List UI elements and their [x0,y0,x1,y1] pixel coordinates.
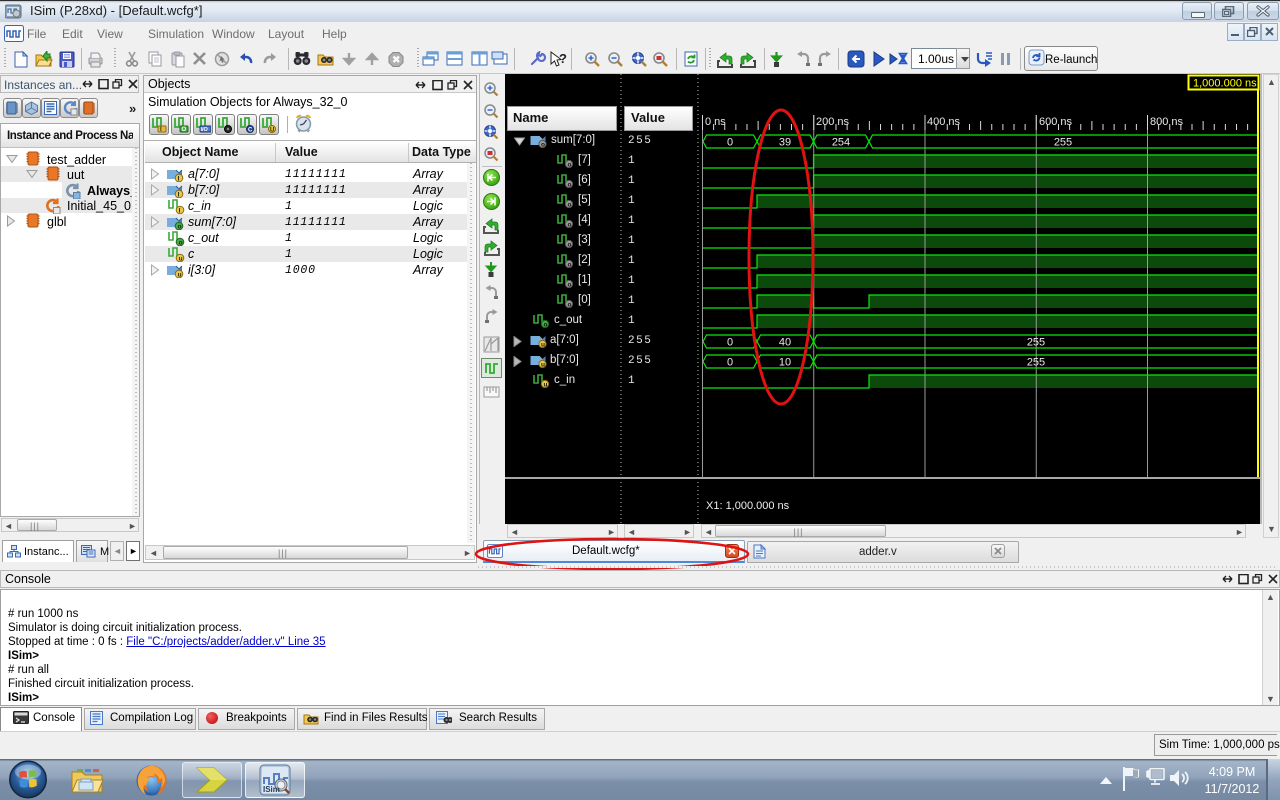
svg-text:255: 255 [1027,337,1045,349]
svg-text:o: o [178,224,182,230]
svg-text:254: 254 [832,137,850,149]
svg-text:o: o [541,142,545,148]
svg-text:o: o [568,242,572,248]
svg-text:o: o [568,182,572,188]
svg-text:400 ns: 400 ns [927,116,961,128]
svg-text:o: o [568,162,572,168]
svg-text:U: U [270,128,274,134]
svg-text:0: 0 [727,337,733,349]
svg-text:255: 255 [1054,137,1072,149]
svg-text:40: 40 [779,337,791,349]
svg-text:600 ns: 600 ns [1039,116,1073,128]
svg-text:O: O [182,127,187,133]
svg-text:o: o [568,222,572,228]
svg-text:0 ns: 0 ns [705,116,726,128]
svg-text:o: o [568,282,572,288]
svg-text:o: o [544,322,548,328]
svg-text:C: C [248,128,253,134]
svg-text:ISim: ISim [263,785,280,794]
svg-text:I: I [178,192,180,198]
svg-text:u: u [179,256,183,262]
svg-text:800 ns: 800 ns [1150,116,1184,128]
svg-text:10: 10 [779,357,791,369]
svg-text:o: o [568,262,572,268]
svg-text:o: o [568,302,572,308]
svg-text:o: o [568,202,572,208]
svg-text:1,000.000 ns: 1,000.000 ns [1193,78,1257,90]
svg-text:u: u [544,382,548,388]
svg-text:u: u [178,272,182,278]
svg-text:u: u [541,342,545,348]
svg-text:0: 0 [727,357,733,369]
svg-text:I/O: I/O [201,127,209,133]
svg-text:200 ns: 200 ns [816,116,850,128]
svg-text:39: 39 [779,137,791,149]
svg-text:0: 0 [727,137,733,149]
svg-text:?: ? [559,51,567,66]
svg-text:u: u [541,362,545,368]
svg-text:255: 255 [1027,357,1045,369]
